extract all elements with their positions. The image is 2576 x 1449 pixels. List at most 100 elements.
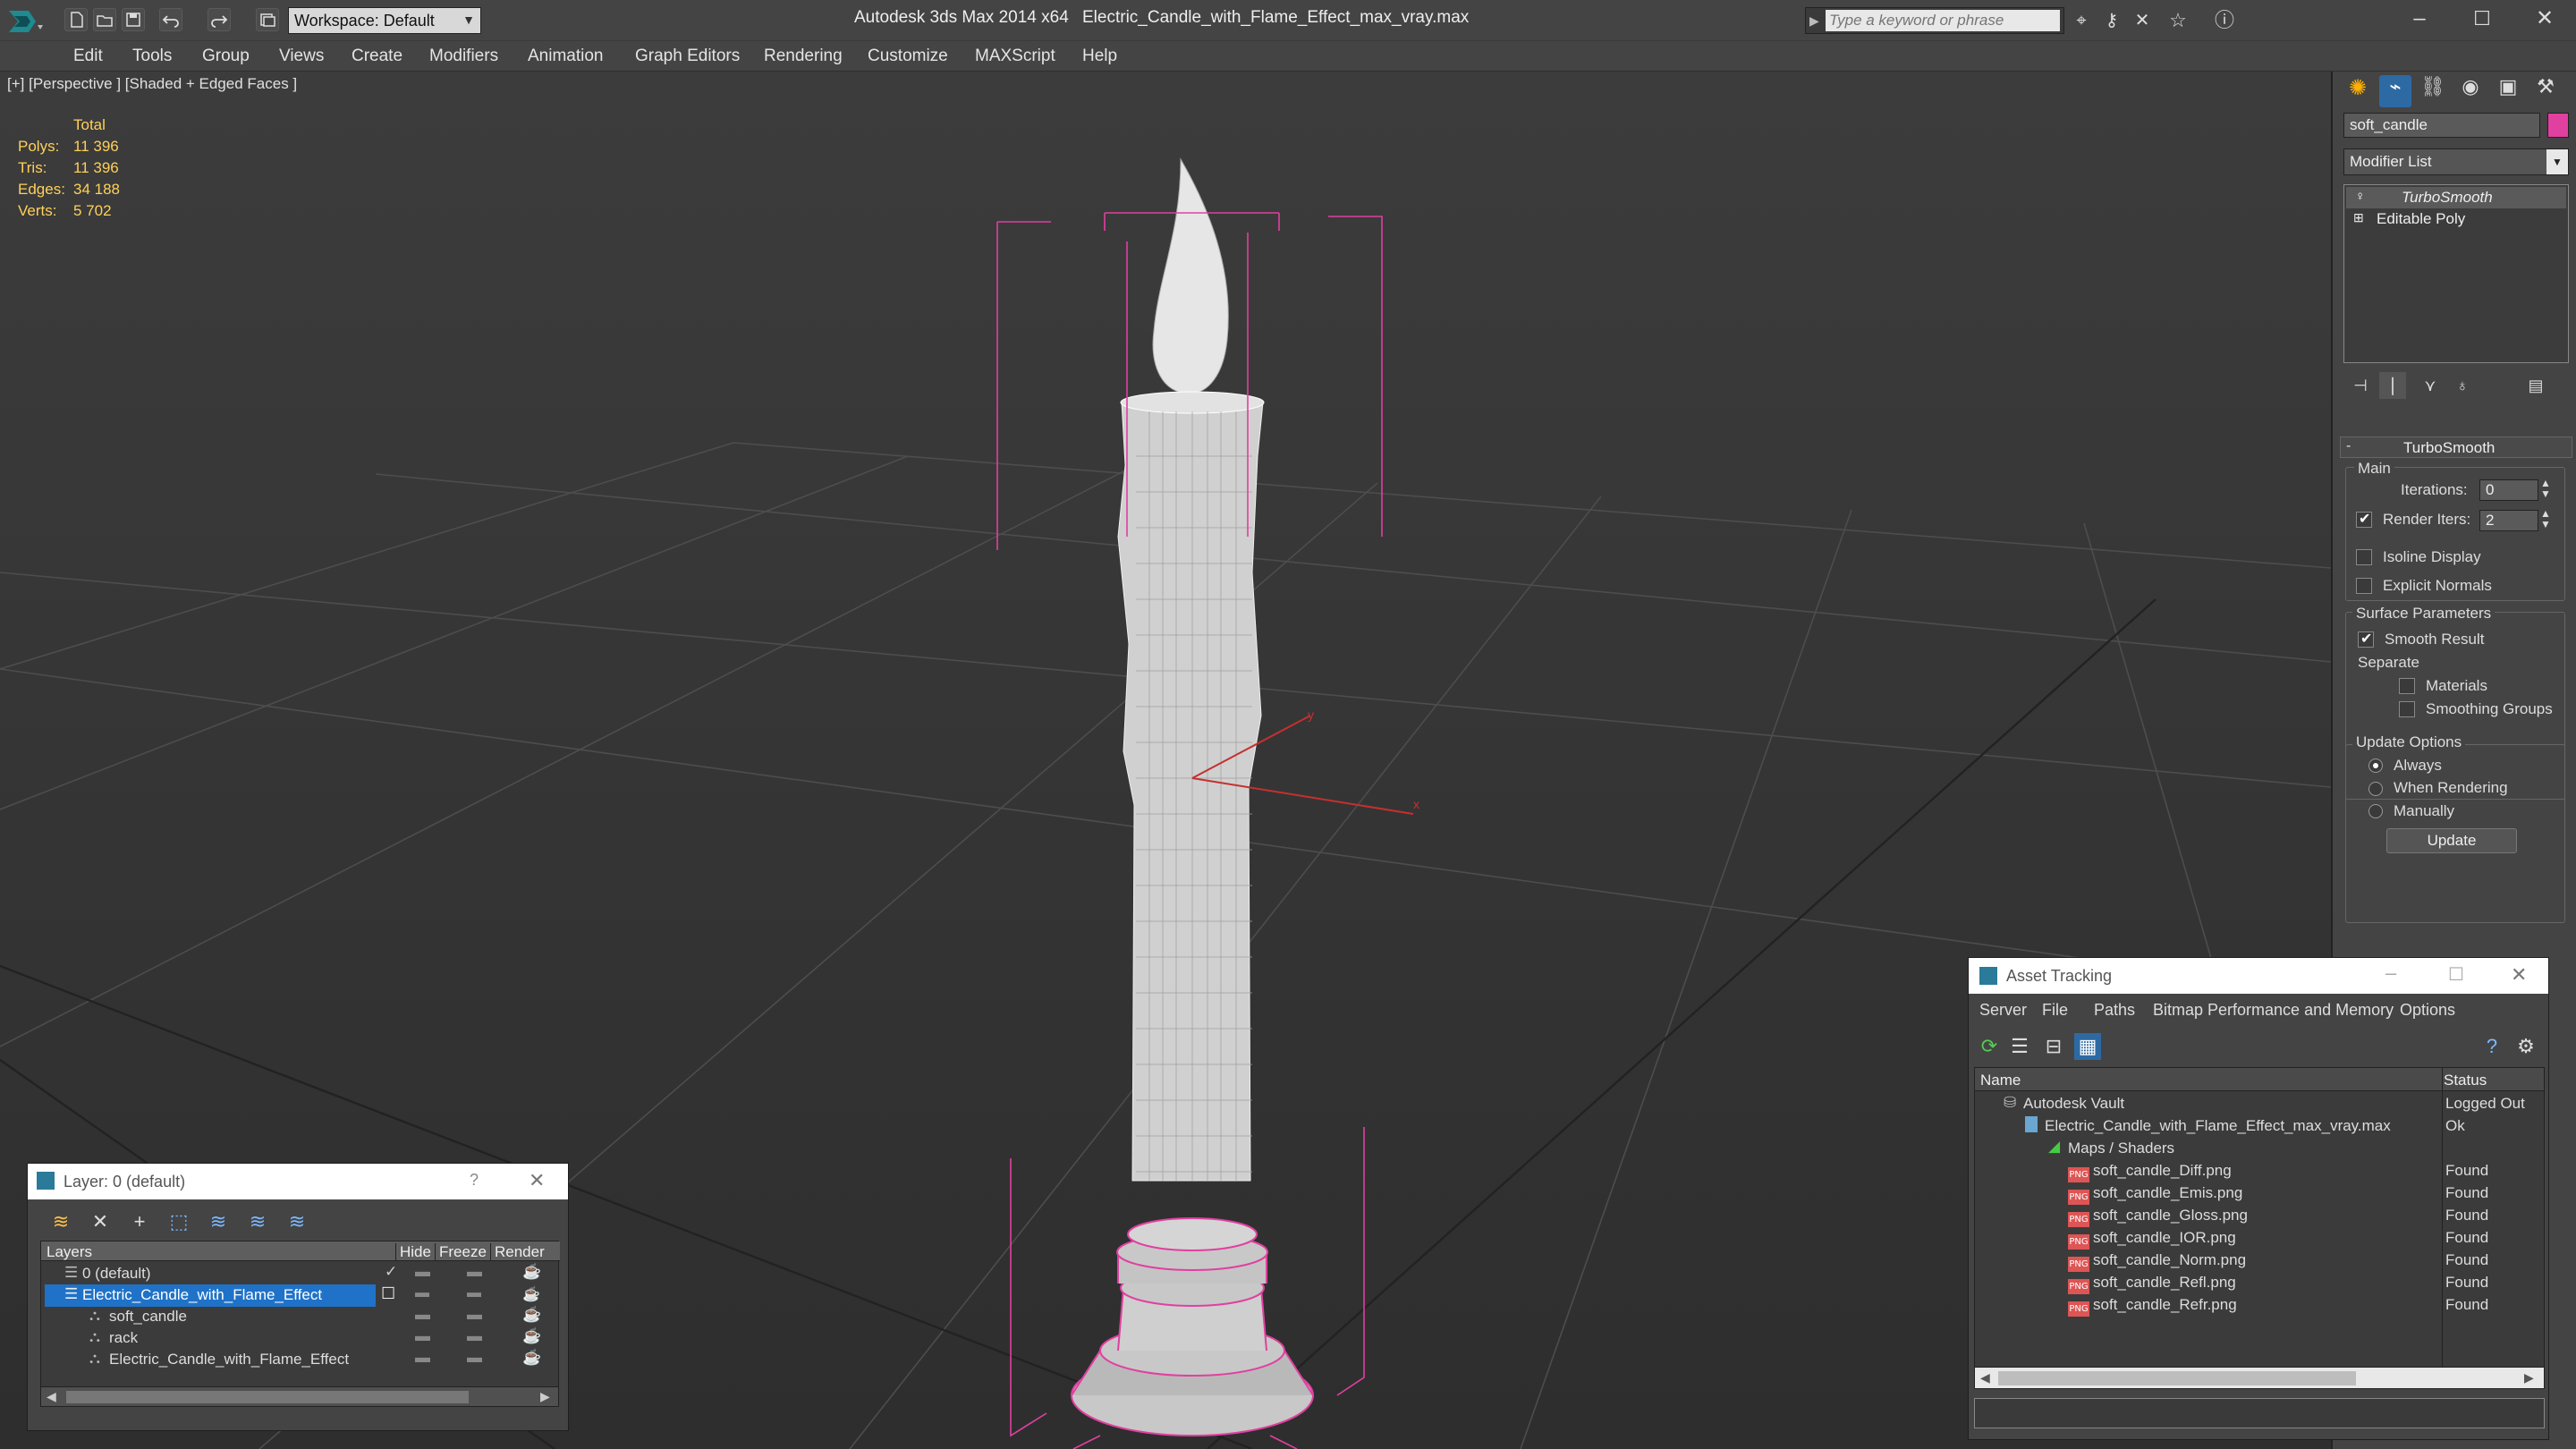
- hide-toggle[interactable]: ▬: [415, 1306, 430, 1324]
- column-layers[interactable]: Layers: [47, 1243, 92, 1261]
- star-icon[interactable]: ☆: [2165, 7, 2191, 34]
- maximize-icon[interactable]: ☐: [2448, 963, 2464, 986]
- spinner-arrows-icon[interactable]: ▲ ▼: [2540, 478, 2551, 499]
- asset-row[interactable]: Electric_Candle_with_Flame_Effect_max_vr…: [1979, 1115, 2542, 1138]
- asset-row[interactable]: PNG soft_candle_IOR.png Found: [1979, 1227, 2542, 1250]
- scroll-left-icon[interactable]: ◀: [47, 1389, 56, 1404]
- hierarchy-tab-icon[interactable]: ⛓: [2417, 75, 2449, 107]
- active-layer-box-icon[interactable]: ☐: [381, 1284, 395, 1303]
- modify-tab-icon[interactable]: ⌁: [2379, 75, 2411, 107]
- render-iters-spinner[interactable]: 2: [2479, 510, 2538, 531]
- materials-checkbox[interactable]: [2399, 678, 2415, 694]
- layer-row[interactable]: ☰ 0 (default) ✓ ▬ ▬ ☕: [45, 1263, 556, 1285]
- new-layer-icon[interactable]: ≋: [47, 1208, 74, 1235]
- layer-row-selected[interactable]: ☰ Electric_Candle_with_Flame_Effect: [45, 1284, 376, 1307]
- scroll-right-icon[interactable]: ▶: [2524, 1370, 2534, 1385]
- save-icon[interactable]: [122, 8, 145, 31]
- layer-tree[interactable]: Layers Hide Freeze Render ☰ 0 (default) …: [40, 1241, 560, 1407]
- asset-row[interactable]: PNG soft_candle_Norm.png Found: [1979, 1250, 2542, 1272]
- configure-sets-icon[interactable]: ▤: [2522, 372, 2549, 399]
- asset-row[interactable]: PNG soft_candle_Gloss.png Found: [1979, 1205, 2542, 1227]
- manually-radio[interactable]: [2368, 804, 2383, 818]
- help-icon[interactable]: ⓘ: [2211, 7, 2238, 34]
- remove-modifier-icon[interactable]: ♁: [2449, 372, 2476, 399]
- column-name[interactable]: Name: [1980, 1072, 2021, 1089]
- freeze-toggle[interactable]: ▬: [467, 1285, 481, 1301]
- render-iters-checkbox[interactable]: [2356, 510, 2372, 528]
- render-teapot-icon[interactable]: ☕: [522, 1263, 541, 1281]
- render-teapot-icon[interactable]: ☕: [522, 1327, 541, 1345]
- select-objects-icon[interactable]: ⬚: [165, 1208, 192, 1235]
- asset-grid[interactable]: Name Status ⛁ Autodesk Vault Logged Out …: [1974, 1067, 2545, 1389]
- new-file-icon[interactable]: [64, 8, 88, 31]
- asset-menu-paths[interactable]: Paths: [2094, 1001, 2135, 1020]
- modifier-stack-item[interactable]: ♀ TurboSmooth: [2346, 187, 2566, 208]
- menu-edit[interactable]: Edit: [73, 41, 103, 72]
- asset-menu-options[interactable]: Options: [2400, 1001, 2455, 1020]
- freeze-toggle[interactable]: ▬: [467, 1306, 482, 1324]
- asset-menu-server[interactable]: Server: [1979, 1001, 2027, 1020]
- column-status[interactable]: Status: [2444, 1072, 2487, 1089]
- delete-layer-icon[interactable]: ✕: [87, 1208, 114, 1235]
- menu-rendering[interactable]: Rendering: [764, 41, 843, 72]
- help-icon[interactable]: ?: [2479, 1033, 2505, 1060]
- undo-icon[interactable]: [159, 8, 182, 31]
- expand-icon[interactable]: ⊞: [2353, 210, 2364, 225]
- always-radio[interactable]: [2368, 758, 2383, 773]
- asset-row[interactable]: ⛁ Autodesk Vault Logged Out: [1979, 1093, 2542, 1115]
- open-file-icon[interactable]: [93, 8, 116, 31]
- modifier-stack[interactable]: ♀ TurboSmooth ⊞ Editable Poly: [2343, 184, 2569, 363]
- add-to-layer-icon[interactable]: +: [126, 1208, 153, 1235]
- refresh-icon[interactable]: ⟳: [1976, 1033, 2003, 1060]
- motion-tab-icon[interactable]: ◉: [2454, 75, 2487, 107]
- menu-modifiers[interactable]: Modifiers: [429, 41, 498, 72]
- freeze-all-icon[interactable]: ≋: [284, 1208, 310, 1235]
- render-teapot-icon[interactable]: ☕: [522, 1306, 541, 1324]
- highlight-layer-icon[interactable]: ≋: [205, 1208, 232, 1235]
- horizontal-scrollbar[interactable]: ◀ ▶: [41, 1386, 558, 1406]
- iterations-spinner[interactable]: 0: [2479, 479, 2538, 501]
- layer-row[interactable]: ⛬ Electric_Candle_with_Flame_Effect ▬ ▬ …: [45, 1349, 556, 1371]
- hide-toggle[interactable]: ▬: [415, 1285, 429, 1301]
- render-teapot-icon[interactable]: ☕: [522, 1285, 540, 1303]
- menu-graph-editors[interactable]: Graph Editors: [635, 41, 740, 72]
- menu-group[interactable]: Group: [202, 41, 250, 72]
- create-tab-icon[interactable]: ✺: [2342, 75, 2374, 107]
- render-teapot-icon[interactable]: ☕: [522, 1349, 541, 1367]
- asset-path-field[interactable]: [1974, 1398, 2545, 1428]
- hide-toggle[interactable]: ▬: [415, 1263, 430, 1281]
- menu-animation[interactable]: Animation: [528, 41, 604, 72]
- settings-icon[interactable]: ⚙: [2512, 1033, 2539, 1060]
- show-end-result-icon[interactable]: ❘: [2379, 372, 2406, 399]
- scrollbar-thumb[interactable]: [66, 1391, 469, 1403]
- asset-panel-titlebar[interactable]: Asset Tracking – ☐ ✕: [1969, 958, 2548, 994]
- column-render[interactable]: Render: [490, 1243, 545, 1261]
- asset-row[interactable]: PNG soft_candle_Emis.png Found: [1979, 1182, 2542, 1205]
- menu-customize[interactable]: Customize: [868, 41, 948, 72]
- lightbulb-icon[interactable]: ♀: [2355, 189, 2365, 204]
- utilities-tab-icon[interactable]: ⚒: [2529, 75, 2562, 107]
- isoline-checkbox[interactable]: [2356, 549, 2372, 565]
- update-button[interactable]: Update: [2386, 828, 2517, 853]
- key-icon[interactable]: ⚷: [2098, 7, 2125, 34]
- freeze-toggle[interactable]: ▬: [467, 1263, 482, 1281]
- close-icon[interactable]: ✕: [529, 1169, 545, 1192]
- horizontal-scrollbar[interactable]: ◀ ▶: [1975, 1367, 2544, 1388]
- menu-views[interactable]: Views: [279, 41, 324, 72]
- display-tab-icon[interactable]: ▣: [2492, 75, 2524, 107]
- scroll-right-icon[interactable]: ▶: [540, 1389, 550, 1404]
- tree-view-icon[interactable]: ⊟: [2040, 1033, 2067, 1060]
- menu-maxscript[interactable]: MAXScript: [975, 41, 1055, 72]
- smooth-result-checkbox[interactable]: [2358, 630, 2374, 648]
- minimize-icon[interactable]: –: [2406, 5, 2433, 32]
- close-icon[interactable]: ✕: [2511, 963, 2527, 987]
- layer-row[interactable]: ⛬ soft_candle ▬ ▬ ☕: [45, 1306, 556, 1328]
- maximize-icon[interactable]: ☐: [2469, 5, 2496, 32]
- hide-toggle[interactable]: ▬: [415, 1349, 430, 1367]
- hide-toggle[interactable]: ▬: [415, 1327, 430, 1345]
- menu-create[interactable]: Create: [352, 41, 402, 72]
- asset-row[interactable]: ◢ Maps / Shaders: [1979, 1138, 2542, 1160]
- search-box[interactable]: ▶: [1805, 7, 2064, 34]
- rollout-header[interactable]: - TurboSmooth: [2340, 436, 2572, 458]
- binoculars-icon[interactable]: ⌖: [2068, 7, 2095, 34]
